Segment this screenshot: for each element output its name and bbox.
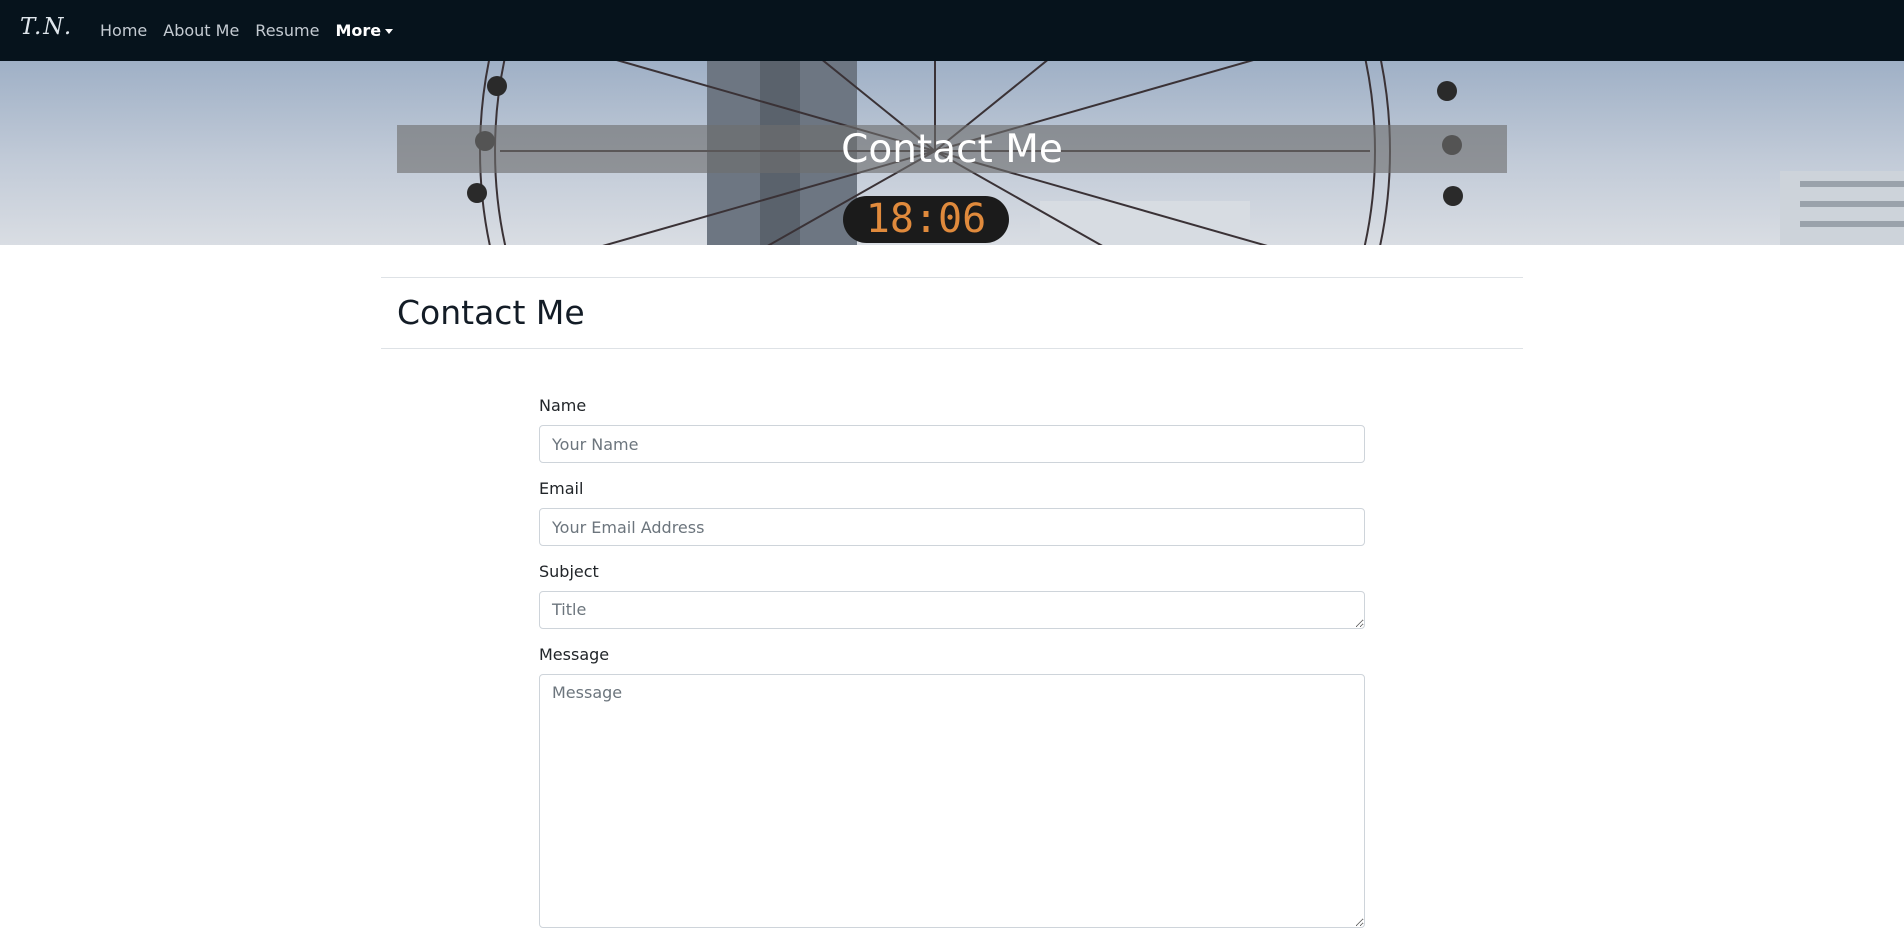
hero-title: Contact Me xyxy=(841,127,1063,172)
navbar: T.N. Home About Me Resume More xyxy=(0,0,1904,61)
subject-field-group: Subject xyxy=(539,562,1365,629)
nav-resume-link[interactable]: Resume xyxy=(255,21,319,40)
name-label: Name xyxy=(539,396,587,415)
contact-form: Name Email Subject Message xyxy=(539,396,1365,944)
brand-logo[interactable]: T.N. xyxy=(20,14,73,40)
name-field-group: Name xyxy=(539,396,1365,463)
nav-more-label: More xyxy=(335,21,382,40)
name-input[interactable] xyxy=(539,425,1365,463)
email-input[interactable] xyxy=(539,508,1365,546)
nav-links: Home About Me Resume More xyxy=(100,0,409,61)
email-label: Email xyxy=(539,479,584,498)
subject-input[interactable] xyxy=(539,591,1365,629)
nav-home-link[interactable]: Home xyxy=(100,21,147,40)
nav-more-dropdown[interactable]: More xyxy=(335,21,394,40)
page-title: Contact Me xyxy=(397,293,585,332)
section-header: Contact Me xyxy=(381,277,1523,349)
message-label: Message xyxy=(539,645,610,664)
caret-down-icon xyxy=(385,28,394,34)
nav-about-link[interactable]: About Me xyxy=(163,21,239,40)
hero-clock-display: 18:06 xyxy=(843,196,1009,243)
message-input[interactable] xyxy=(539,674,1365,928)
message-field-group: Message xyxy=(539,645,1365,928)
subject-label: Subject xyxy=(539,562,599,581)
hero-banner: Contact Me 18:06 xyxy=(0,61,1904,245)
email-field-group: Email xyxy=(539,479,1365,546)
